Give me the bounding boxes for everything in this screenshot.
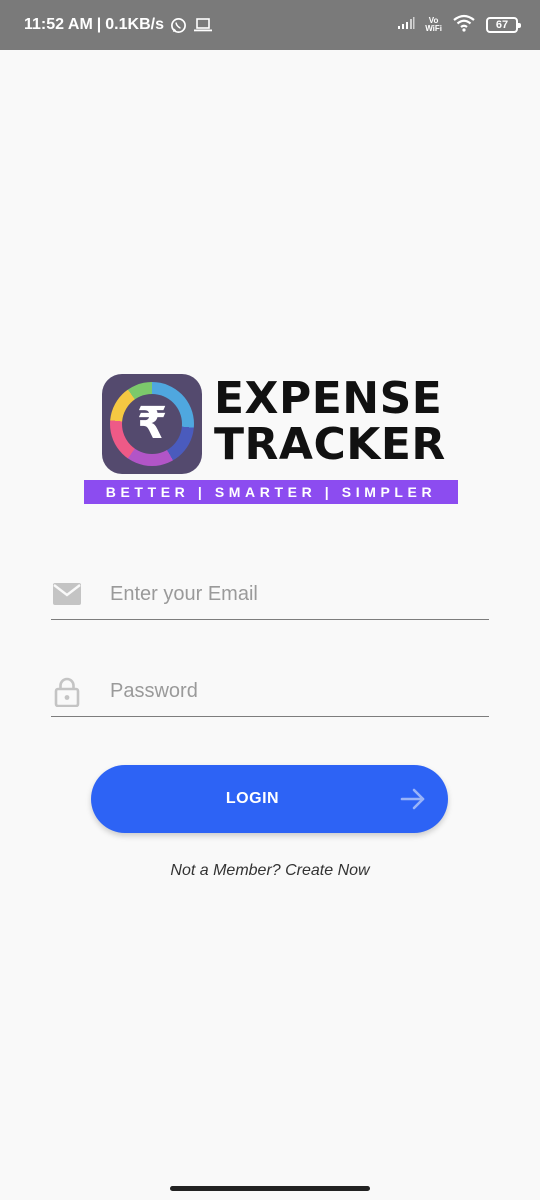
vowifi-bottom: WiFi: [425, 24, 442, 33]
status-separator: |: [96, 16, 102, 33]
status-left: 11:52 AM | 0.1KB/s: [24, 0, 213, 50]
create-account-link[interactable]: Not a Member? Create Now: [0, 862, 540, 880]
rupee-symbol: ₹: [122, 394, 182, 454]
status-bar: 11:52 AM | 0.1KB/s Vo WiFi 67: [0, 0, 540, 50]
password-input[interactable]: [110, 671, 480, 711]
status-time: 11:52 AM: [24, 16, 93, 33]
password-field: [51, 667, 489, 717]
email-icon: [51, 580, 83, 608]
logo-title: EXPENSE TRACKER: [214, 376, 446, 468]
status-right: Vo WiFi 67: [397, 0, 521, 50]
signal-icon: [397, 16, 415, 35]
wifi-icon: [452, 14, 476, 37]
logo-title-line1: EXPENSE: [214, 373, 443, 424]
whatsapp-icon: [170, 17, 187, 34]
email-input[interactable]: [110, 574, 480, 614]
vowifi-indicator: Vo WiFi: [425, 17, 442, 33]
battery-level: 67: [495, 19, 509, 31]
rupee-logo-icon: ₹: [102, 374, 202, 474]
arrow-right-icon: [400, 787, 426, 811]
home-indicator[interactable]: [170, 1186, 370, 1191]
app-logo: ₹ EXPENSE TRACKER BETTER | SMARTER | SIM…: [84, 372, 460, 506]
laptop-icon: [193, 17, 213, 33]
email-field: [51, 570, 489, 620]
logo-tagline: BETTER | SMARTER | SIMPLER: [84, 480, 458, 504]
battery-icon: 67: [486, 17, 521, 33]
login-button[interactable]: LOGIN: [91, 765, 448, 833]
login-label: LOGIN: [225, 790, 280, 807]
lock-icon: [51, 677, 83, 708]
logo-title-line2: TRACKER: [214, 419, 446, 470]
status-net-speed: 0.1KB/s: [105, 16, 164, 33]
